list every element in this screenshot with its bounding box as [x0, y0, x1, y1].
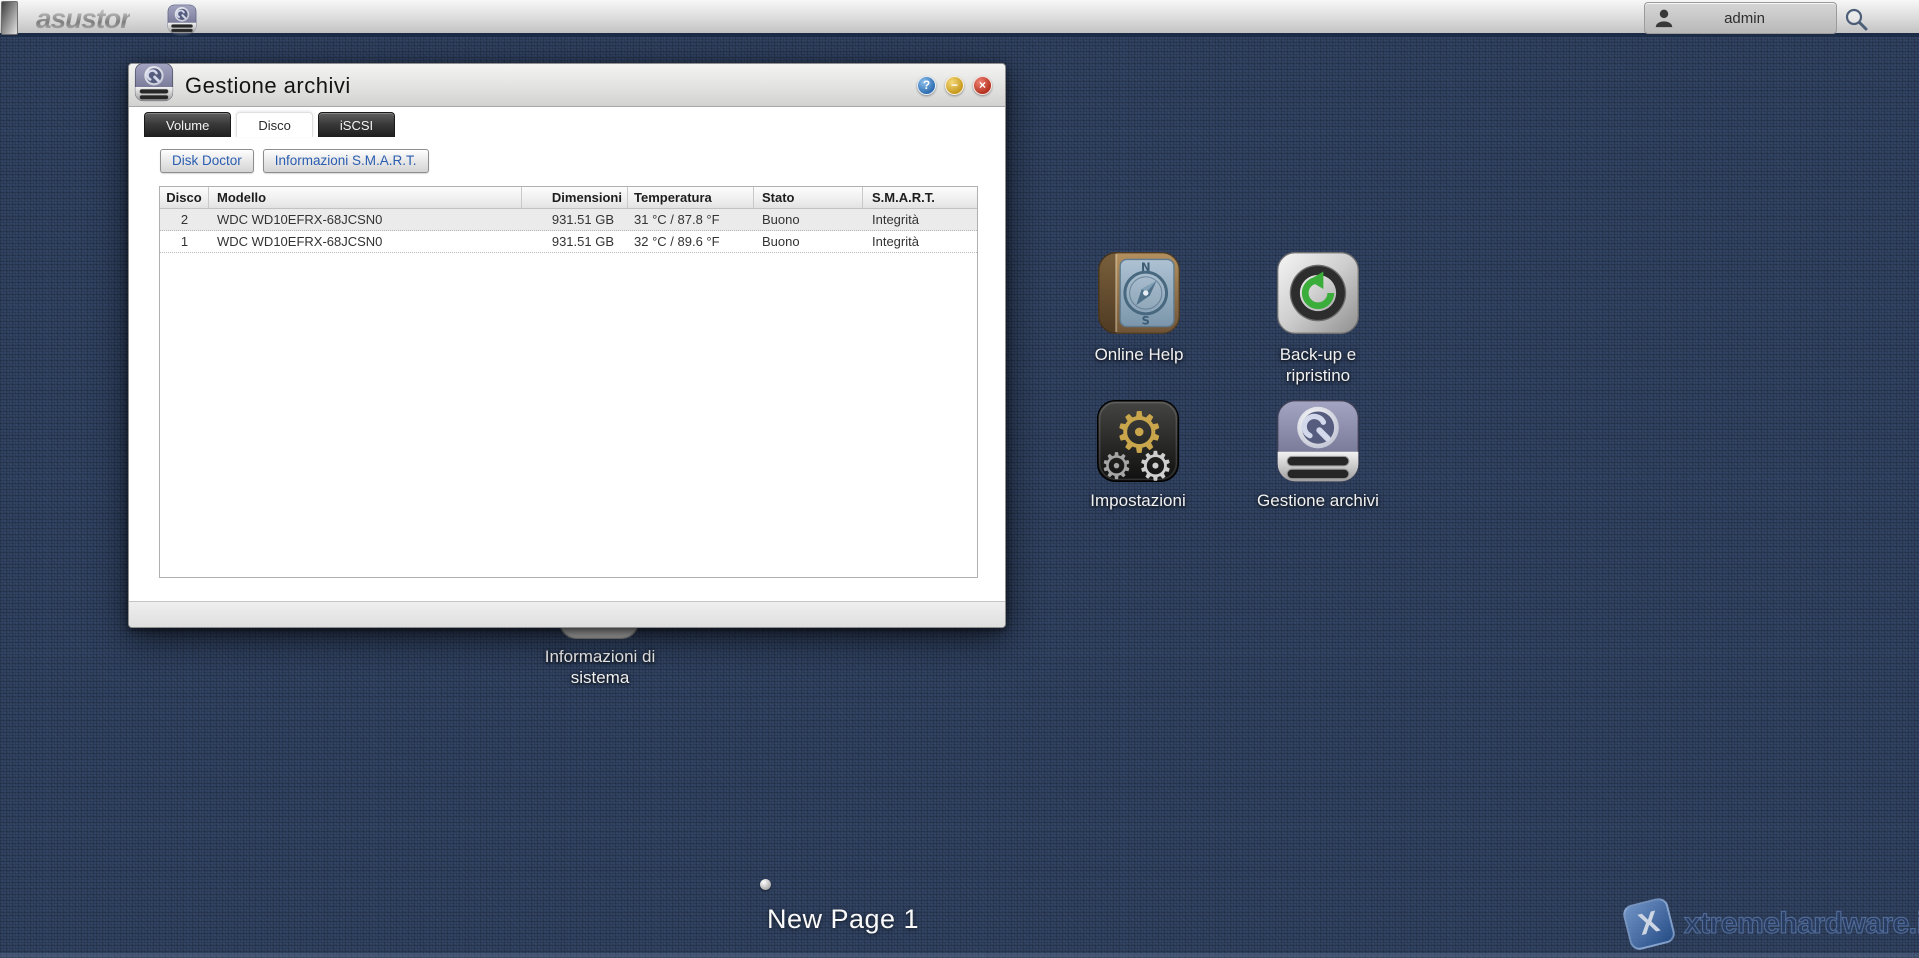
- tab-volume[interactable]: Volume: [144, 112, 232, 137]
- table-row[interactable]: 2 WDC WD10EFRX-68JCSN0 931.51 GB 31 °C / 87…: [160, 209, 977, 231]
- user-menu-button[interactable]: admin: [1644, 2, 1837, 34]
- desktop-icon-online-help[interactable]: N S: [1096, 250, 1182, 341]
- disk-table-body: 2 WDC WD10EFRX-68JCSN0 931.51 GB 31 °C / 87…: [160, 209, 977, 253]
- page-indicator-dot[interactable]: [760, 879, 771, 890]
- column-header-modello[interactable]: Modello: [209, 187, 522, 208]
- desktop-icon-label: Impostazioni: [1090, 491, 1186, 510]
- tab-iscsi[interactable]: iSCSI: [317, 112, 396, 137]
- window-gestione-archivi: Gestione archivi ? − × Volume Disco iSCSI …: [128, 62, 1006, 628]
- column-header-stato[interactable]: Stato: [754, 187, 863, 208]
- desktop-icon-gestione-archivi[interactable]: [1275, 398, 1361, 489]
- gears-icon: ⚙ ⚙ ⚙: [1097, 400, 1179, 490]
- svg-text:S: S: [1142, 314, 1150, 328]
- table-row[interactable]: 1 WDC WD10EFRX-68JCSN0 931.51 GB 32 °C / 89…: [160, 231, 977, 253]
- corner-handle[interactable]: [1, 1, 18, 35]
- svg-text:⚙: ⚙: [1137, 443, 1173, 484]
- watermark-text: xtremehardware.it: [1683, 906, 1919, 940]
- window-title: Gestione archivi: [185, 73, 351, 98]
- disk-table-header[interactable]: Disco Modello Dimensioni Temperatura Stato S.…: [160, 187, 977, 209]
- taskbar-app-gestione-archivi[interactable]: [164, 1, 200, 36]
- search-button[interactable]: [1843, 6, 1869, 32]
- watermark-x-badge: X: [1621, 896, 1677, 952]
- desktop-icon-label: Informazioni di sistema: [544, 647, 656, 688]
- desktop-icon-backup[interactable]: [1275, 250, 1361, 341]
- page-name-label: New Page 1: [766, 904, 920, 934]
- desktop-icon-label: Gestione archivi: [1257, 491, 1379, 510]
- disk-table: Disco Modello Dimensioni Temperatura Stato S.…: [159, 186, 978, 578]
- person-icon: [1655, 9, 1673, 28]
- desktop-icon-impostazioni[interactable]: ⚙ ⚙ ⚙: [1095, 398, 1181, 490]
- watermark: X xtremehardware.it: [1621, 896, 1919, 952]
- username-label: admin: [1724, 9, 1765, 27]
- storage-wrench-icon: [167, 4, 197, 33]
- close-button[interactable]: ×: [973, 76, 992, 95]
- minimize-button[interactable]: −: [945, 76, 964, 95]
- storage-wrench-icon: [134, 62, 174, 102]
- column-header-disco[interactable]: Disco: [160, 187, 209, 208]
- desktop-icon-label: Online Help: [1094, 345, 1184, 364]
- window-titlebar[interactable]: Gestione archivi ? − ×: [129, 62, 1005, 107]
- restore-ring-icon: [1277, 252, 1359, 334]
- asustor-logo: asustor: [36, 0, 131, 37]
- storage-wrench-icon: [1277, 400, 1359, 482]
- tab-disco[interactable]: Disco: [236, 112, 313, 137]
- column-header-temperatura[interactable]: Temperatura: [628, 187, 754, 208]
- desktop-icon-label: Back-up e ripristino: [1279, 345, 1357, 386]
- help-button[interactable]: ?: [917, 76, 936, 95]
- toolbar: Disk Doctor Informazioni S.M.A.R.T.: [160, 149, 429, 173]
- disk-doctor-button[interactable]: Disk Doctor: [160, 149, 254, 173]
- window-footer: [129, 601, 1005, 627]
- svg-text:N: N: [1141, 260, 1151, 274]
- column-header-smart[interactable]: S.M.A.R.T.: [863, 187, 977, 208]
- top-bar: asustor admin: [0, 0, 1919, 37]
- column-header-dimensioni[interactable]: Dimensioni: [522, 187, 628, 208]
- svg-text:⚙: ⚙: [1100, 445, 1133, 484]
- informazioni-s-m-a-r-t--button[interactable]: Informazioni S.M.A.R.T.: [262, 149, 429, 173]
- search-icon: [1845, 8, 1868, 31]
- compass-book-icon: N S: [1098, 252, 1180, 334]
- tab-strip: Volume Disco iSCSI: [144, 112, 400, 137]
